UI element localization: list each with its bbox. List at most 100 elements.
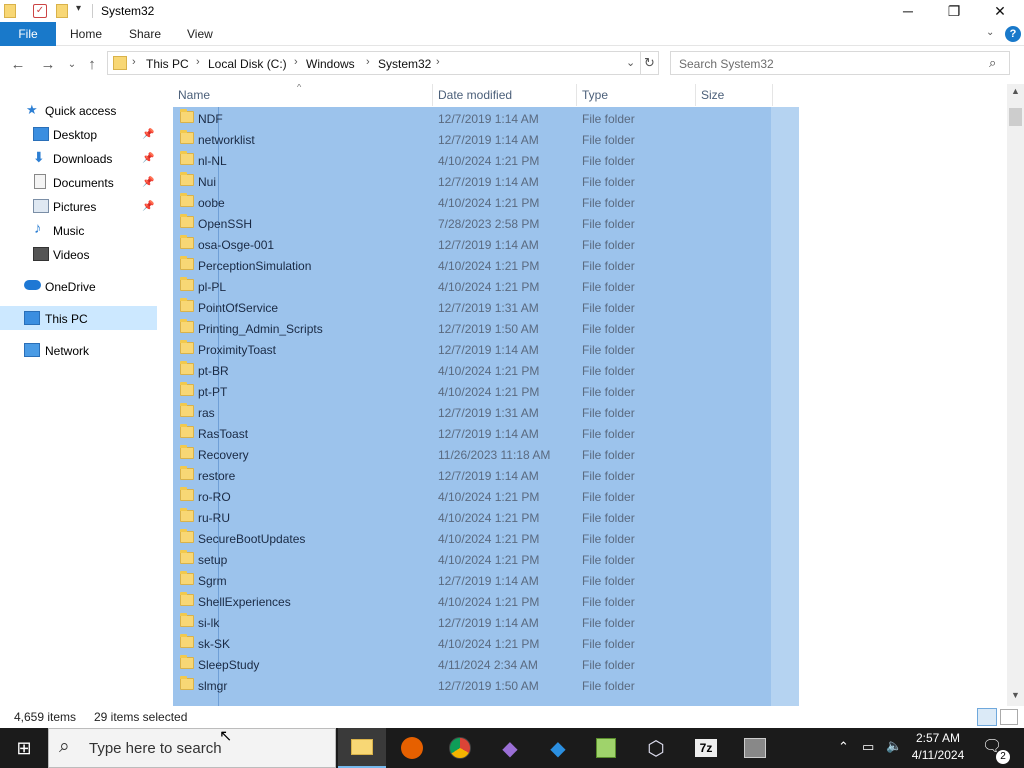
- taskbar-app-terminal[interactable]: [731, 728, 779, 768]
- table-row[interactable]: osa-Osge-001 12/7/2019 1:14 AM File folder: [173, 234, 1007, 255]
- refresh-button[interactable]: ↻: [641, 51, 659, 75]
- address-bar[interactable]: › This PC › Local Disk (C:) › Windows › …: [107, 51, 641, 75]
- column-header-name[interactable]: Name: [173, 84, 433, 106]
- taskbar-app-file-explorer[interactable]: [338, 728, 386, 768]
- sidebar-item-onedrive[interactable]: OneDrive: [0, 274, 157, 298]
- column-header-size[interactable]: Size: [696, 84, 773, 106]
- table-row[interactable]: si-lk 12/7/2019 1:14 AM File folder: [173, 612, 1007, 633]
- table-row[interactable]: ShellExperiences 4/10/2024 1:21 PM File fo…: [173, 591, 1007, 612]
- table-row[interactable]: RasToast 12/7/2019 1:14 AM File folder: [173, 423, 1007, 444]
- table-row[interactable]: SleepStudy 4/11/2024 2:34 AM File folder: [173, 654, 1007, 675]
- table-row[interactable]: NDF 12/7/2019 1:14 AM File folder: [173, 108, 1007, 129]
- details-view-icon[interactable]: [977, 708, 997, 726]
- taskbar-search-box[interactable]: ⌕ Type here to search: [48, 728, 336, 768]
- table-row[interactable]: SecureBootUpdates 4/10/2024 1:21 PM File f…: [173, 528, 1007, 549]
- help-icon[interactable]: ?: [1005, 26, 1021, 42]
- sidebar-item-quick-access[interactable]: ★ Quick access: [0, 98, 157, 122]
- volume-muted-icon[interactable]: 🔈: [886, 738, 902, 754]
- file-name: PerceptionSimulation: [198, 259, 312, 273]
- visual-studio-icon: ◆: [502, 737, 518, 760]
- tab-home[interactable]: Home: [70, 22, 102, 46]
- table-row[interactable]: ras 12/7/2019 1:31 AM File folder: [173, 402, 1007, 423]
- scroll-up-icon[interactable]: ▲: [1011, 86, 1020, 96]
- minimize-button[interactable]: ─: [885, 0, 931, 22]
- search-input[interactable]: Search System32 ⌕: [670, 51, 1010, 75]
- table-row[interactable]: pl-PL 4/10/2024 1:21 PM File folder: [173, 276, 1007, 297]
- sidebar-item-this-pc[interactable]: This PC: [0, 306, 157, 330]
- taskbar-app-firefox[interactable]: [388, 728, 436, 768]
- taskbar-clock[interactable]: 2:57 AM 4/11/2024: [906, 730, 970, 764]
- sidebar-item-pictures[interactable]: Pictures 📌: [0, 194, 157, 218]
- tab-share[interactable]: Share: [129, 22, 161, 46]
- sidebar-item-desktop[interactable]: Desktop 📌: [0, 122, 157, 146]
- large-icons-view-icon[interactable]: [1000, 709, 1018, 725]
- column-header-type[interactable]: Type: [577, 84, 696, 106]
- taskbar-app-notepad-plus[interactable]: [582, 728, 630, 768]
- network-status-icon[interactable]: ▭: [862, 739, 874, 755]
- back-button[interactable]: ←: [8, 54, 28, 74]
- taskbar-app-virtualbox[interactable]: ⬡: [632, 728, 680, 768]
- tab-view[interactable]: View: [187, 22, 213, 46]
- table-row[interactable]: Printing_Admin_Scripts 12/7/2019 1:50 AM F…: [173, 318, 1007, 339]
- sidebar-item-network[interactable]: Network: [0, 338, 157, 362]
- customize-quick-access-icon[interactable]: ▾: [76, 3, 81, 14]
- table-row[interactable]: setup 4/10/2024 1:21 PM File folder: [173, 549, 1007, 570]
- table-row[interactable]: networklist 12/7/2019 1:14 AM File folder: [173, 129, 1007, 150]
- file-name: networklist: [198, 133, 255, 147]
- table-row[interactable]: ProximityToast 12/7/2019 1:14 AM File fold…: [173, 339, 1007, 360]
- expand-ribbon-icon[interactable]: ⌄: [986, 27, 994, 38]
- column-header-date-modified[interactable]: Date modified: [433, 84, 577, 106]
- breadcrumb-system32[interactable]: System32: [378, 57, 431, 71]
- table-row[interactable]: Sgrm 12/7/2019 1:14 AM File folder: [173, 570, 1007, 591]
- search-icon[interactable]: ⌕: [989, 55, 996, 71]
- sidebar-item-downloads[interactable]: ⬇ Downloads 📌: [0, 146, 157, 170]
- properties-icon[interactable]: ✓: [33, 4, 47, 18]
- taskbar-app-visual-studio[interactable]: ◆: [486, 728, 534, 768]
- sidebar-item-music[interactable]: ♪ Music: [0, 218, 157, 242]
- file-date-modified: 4/10/2024 1:21 PM: [438, 595, 540, 609]
- taskbar-app-chrome[interactable]: [436, 728, 484, 768]
- table-row[interactable]: OpenSSH 7/28/2023 2:58 PM File folder: [173, 213, 1007, 234]
- table-row[interactable]: restore 12/7/2019 1:14 AM File folder: [173, 465, 1007, 486]
- sidebar-item-videos[interactable]: Videos: [0, 242, 157, 266]
- address-dropdown-icon[interactable]: ⌄: [626, 56, 635, 69]
- close-button[interactable]: ✕: [977, 0, 1023, 22]
- table-row[interactable]: Recovery 11/26/2023 11:18 AM File folder: [173, 444, 1007, 465]
- file-date-modified: 4/10/2024 1:21 PM: [438, 196, 540, 210]
- sidebar-item-documents[interactable]: Documents 📌: [0, 170, 157, 194]
- file-type: File folder: [582, 427, 635, 441]
- table-row[interactable]: slmgr 12/7/2019 1:50 AM File folder: [173, 675, 1007, 696]
- table-row[interactable]: sk-SK 4/10/2024 1:21 PM File folder: [173, 633, 1007, 654]
- table-row[interactable]: PerceptionSimulation 4/10/2024 1:21 PM Fil…: [173, 255, 1007, 276]
- table-row[interactable]: pt-PT 4/10/2024 1:21 PM File folder: [173, 381, 1007, 402]
- breadcrumb-this-pc[interactable]: This PC: [146, 57, 189, 71]
- sidebar-item-label: OneDrive: [45, 280, 96, 294]
- table-row[interactable]: nl-NL 4/10/2024 1:21 PM File folder: [173, 150, 1007, 171]
- breadcrumb-local-disk[interactable]: Local Disk (C:): [208, 57, 287, 71]
- table-row[interactable]: ru-RU 4/10/2024 1:21 PM File folder: [173, 507, 1007, 528]
- start-button[interactable]: ⊞: [0, 728, 48, 768]
- scroll-down-icon[interactable]: ▼: [1011, 690, 1020, 700]
- show-hidden-icons-icon[interactable]: ⌃: [838, 739, 849, 755]
- up-button[interactable]: ↑: [82, 54, 102, 74]
- table-row[interactable]: ro-RO 4/10/2024 1:21 PM File folder: [173, 486, 1007, 507]
- taskbar-app-7zip[interactable]: 7z: [682, 728, 730, 768]
- folder-icon: [180, 109, 194, 123]
- file-type: File folder: [582, 280, 635, 294]
- new-folder-icon[interactable]: [56, 4, 68, 18]
- vertical-scrollbar[interactable]: ▲ ▼: [1007, 84, 1024, 706]
- maximize-button[interactable]: ❐: [931, 0, 977, 22]
- file-list[interactable]: ^ Name Date modified Type Size NDF 12/7/2…: [173, 84, 1007, 706]
- recent-locations-button[interactable]: ⌄: [62, 54, 82, 74]
- table-row[interactable]: oobe 4/10/2024 1:21 PM File folder: [173, 192, 1007, 213]
- breadcrumb-windows[interactable]: Windows: [306, 57, 355, 71]
- scroll-thumb[interactable]: [1009, 108, 1022, 126]
- table-row[interactable]: PointOfService 12/7/2019 1:31 AM File fold…: [173, 297, 1007, 318]
- table-row[interactable]: Nui 12/7/2019 1:14 AM File folder: [173, 171, 1007, 192]
- table-row[interactable]: pt-BR 4/10/2024 1:21 PM File folder: [173, 360, 1007, 381]
- forward-button[interactable]: →: [38, 54, 58, 74]
- folder-icon: [180, 172, 194, 186]
- file-type: File folder: [582, 574, 635, 588]
- taskbar-app-vscode[interactable]: ◆: [534, 728, 582, 768]
- tab-file[interactable]: File: [0, 22, 56, 46]
